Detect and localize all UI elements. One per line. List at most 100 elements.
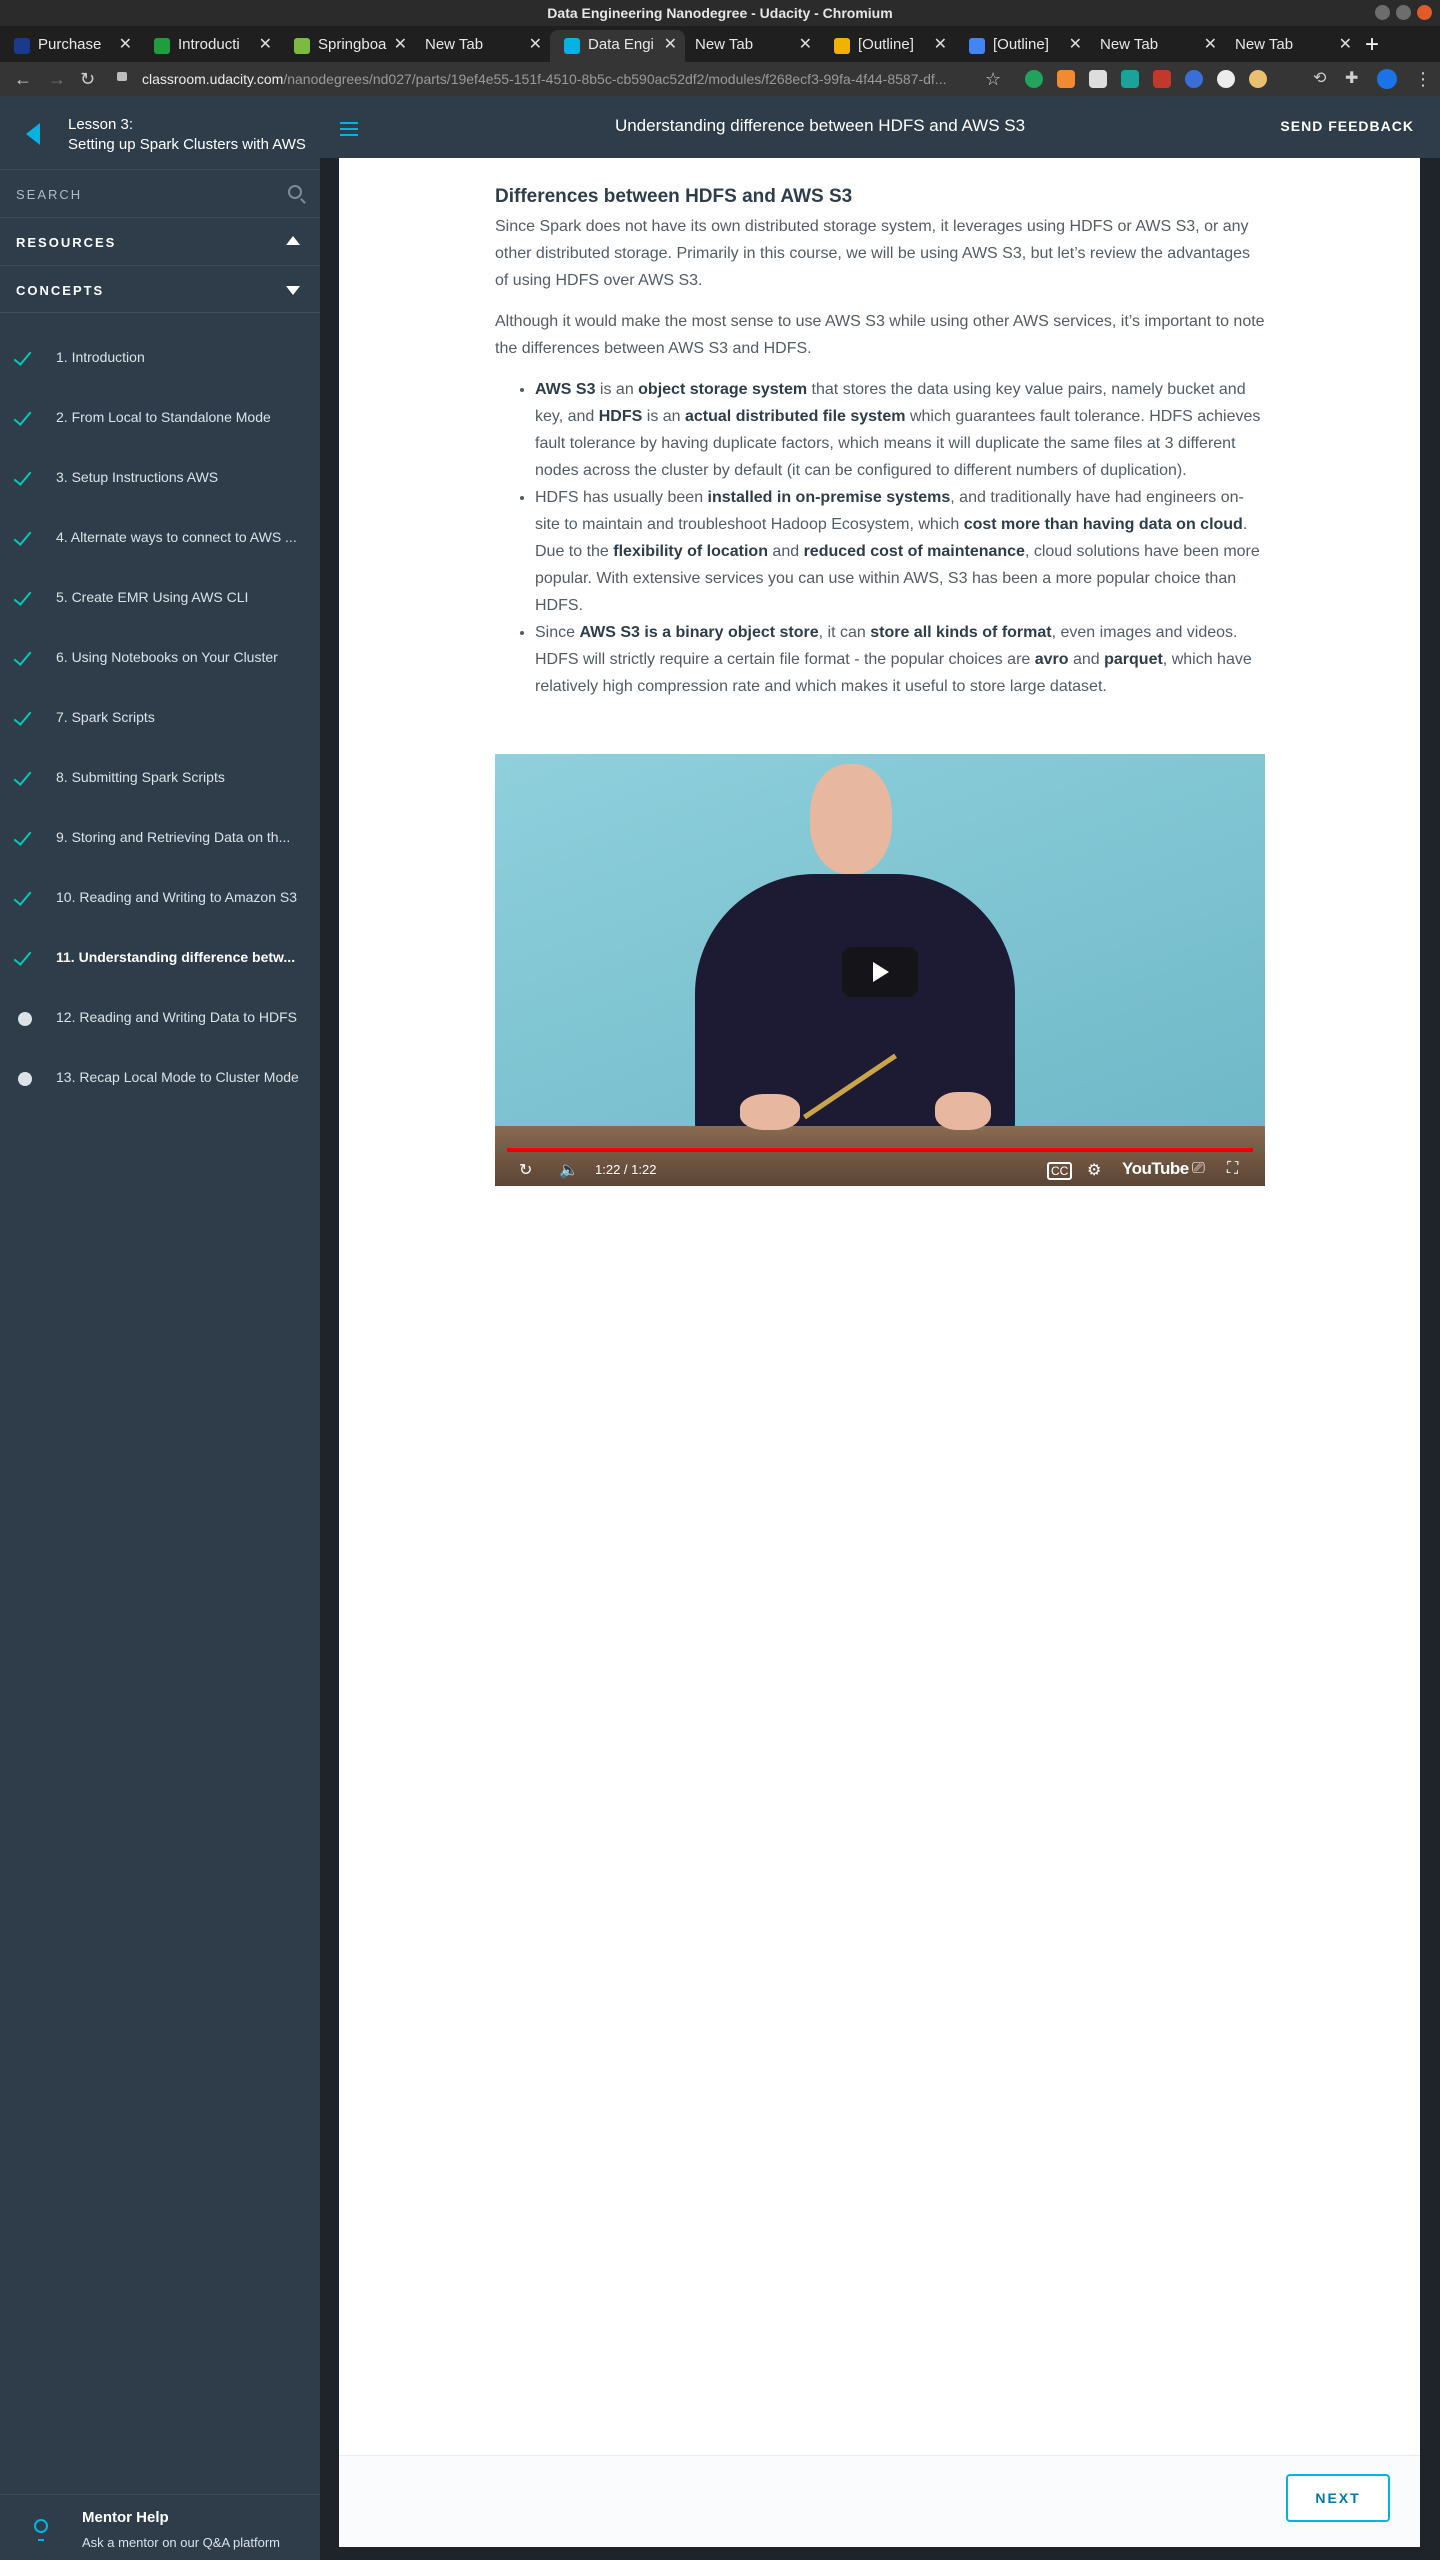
window-controls	[1375, 5, 1432, 20]
chevron-up-icon[interactable]	[286, 236, 300, 245]
concept-label: 8. Submitting Spark Scripts	[56, 769, 225, 785]
reload-icon[interactable]: ↻	[80, 62, 95, 96]
browser-tab[interactable]: [Outline] ✕	[955, 30, 1090, 62]
youtube-logo[interactable]: YouTube	[1122, 1159, 1189, 1179]
browser-tab[interactable]: [Outline] ✕	[820, 30, 955, 62]
window-close-button[interactable]	[1417, 5, 1432, 20]
concept-item[interactable]: 10. Reading and Writing to Amazon S3	[0, 869, 320, 929]
search-icon[interactable]	[288, 185, 302, 199]
concept-item[interactable]: 4. Alternate ways to connect to AWS ...	[0, 509, 320, 569]
concept-item[interactable]: 1. Introduction	[0, 329, 320, 389]
browser-tab[interactable]: Springboa ✕	[280, 30, 415, 62]
tab-close-icon[interactable]: ✕	[529, 30, 542, 60]
lesson-content: Differences between HDFS and AWS S3 Sinc…	[339, 158, 1420, 2455]
back-arrow-icon[interactable]	[26, 123, 40, 145]
list-item: Since AWS S3 is a binary object store, i…	[535, 619, 1265, 700]
concepts-section[interactable]: CONCEPTS	[0, 265, 320, 313]
browser-tab[interactable]: New Tab ✕	[415, 30, 550, 62]
browser-tab[interactable]: New Tab ✕	[685, 30, 820, 62]
video-player[interactable]: ↻ 🔈 1:22 / 1:22 CC ⚙ YouTube ⎚ ⛶	[495, 754, 1265, 1186]
article: Differences between HDFS and AWS S3 Sinc…	[495, 184, 1265, 700]
tab-close-icon[interactable]: ✕	[394, 30, 407, 60]
resources-section[interactable]: RESOURCES	[0, 217, 320, 265]
extension-icon[interactable]	[1057, 70, 1075, 88]
bookmark-star-icon[interactable]: ☆	[985, 62, 1001, 96]
browser-tab[interactable]: Purchase ✕	[0, 30, 140, 62]
grammarly-extension-icon[interactable]	[1025, 70, 1043, 88]
concept-item[interactable]: 7. Spark Scripts	[0, 689, 320, 749]
browser-tab[interactable]: New Tab ✕	[1090, 30, 1225, 62]
browser-tab[interactable]: Introducti ✕	[140, 30, 280, 62]
extension-icon[interactable]	[1089, 70, 1107, 88]
tab-close-icon[interactable]: ✕	[1339, 30, 1352, 60]
profile-avatar[interactable]	[1377, 69, 1397, 89]
send-feedback-button[interactable]: SEND FEEDBACK	[1280, 118, 1414, 134]
tab-close-icon[interactable]: ✕	[1204, 30, 1217, 60]
captions-icon[interactable]: CC	[1047, 1162, 1073, 1180]
tab-close-icon[interactable]: ✕	[664, 30, 677, 60]
tab-close-icon[interactable]: ✕	[119, 30, 132, 60]
incomplete-dot-icon	[18, 1072, 32, 1086]
concepts-label: CONCEPTS	[16, 283, 105, 298]
list-item: AWS S3 is an object storage system that …	[535, 376, 1265, 484]
settings-gear-icon[interactable]: ⚙	[1087, 1160, 1101, 1180]
browser-tab[interactable]: New Tab ✕	[1225, 30, 1360, 62]
extension-icon[interactable]	[1249, 70, 1267, 88]
concept-label: 6. Using Notebooks on Your Cluster	[56, 649, 278, 665]
window-title-bar: Data Engineering Nanodegree - Udacity - …	[0, 0, 1440, 26]
new-tab-plus-icon[interactable]: +	[1365, 30, 1379, 60]
lesson-title: Setting up Spark Clusters with AWS	[68, 136, 306, 153]
lesson-header[interactable]: Lesson 3: Setting up Spark Clusters with…	[0, 96, 320, 172]
menu-kebab-icon[interactable]: ⋮	[1414, 62, 1432, 96]
page-title: Understanding difference between HDFS an…	[614, 116, 1026, 135]
check-icon	[13, 887, 32, 906]
mentor-help[interactable]: Mentor Help Ask a mentor on our Q&A plat…	[0, 2494, 320, 2560]
concept-item[interactable]: 9. Storing and Retrieving Data on th...	[0, 809, 320, 869]
tab-title: New Tab	[1100, 36, 1159, 53]
concept-item[interactable]: 6. Using Notebooks on Your Cluster	[0, 629, 320, 689]
next-button[interactable]: NEXT	[1286, 2474, 1390, 2522]
extension-icon[interactable]	[1217, 70, 1235, 88]
video-progress-bar[interactable]	[507, 1148, 1253, 1152]
concept-item[interactable]: 13. Recap Local Mode to Cluster Mode	[0, 1049, 320, 1109]
video-controls: ↻ 🔈 1:22 / 1:22 CC ⚙ YouTube ⎚ ⛶	[495, 1154, 1265, 1186]
tab-close-icon[interactable]: ✕	[1069, 30, 1082, 60]
tab-close-icon[interactable]: ✕	[799, 30, 812, 60]
forward-arrow-icon[interactable]: →	[48, 62, 66, 96]
address-bar-url[interactable]: classroom.udacity.com/nanodegrees/nd027/…	[112, 66, 1007, 92]
back-arrow-icon[interactable]: ←	[14, 62, 32, 96]
concept-item[interactable]: 8. Submitting Spark Scripts	[0, 749, 320, 809]
browser-toolbar: ← → ↻ classroom.udacity.com/nanodegrees/…	[0, 62, 1440, 96]
history-icon[interactable]: ⟲	[1313, 62, 1326, 96]
concept-item[interactable]: 12. Reading and Writing Data to HDFS	[0, 989, 320, 1049]
volume-icon[interactable]: 🔈	[559, 1160, 579, 1180]
bold-text: AWS S3	[535, 381, 596, 398]
concept-item[interactable]: 2. From Local to Standalone Mode	[0, 389, 320, 449]
check-icon	[13, 647, 32, 666]
video-hand	[740, 1094, 800, 1130]
extension-icon[interactable]	[1185, 70, 1203, 88]
chevron-down-icon[interactable]	[286, 286, 300, 295]
extension-icon[interactable]	[1153, 70, 1171, 88]
classroom-header: Understanding difference between HDFS an…	[320, 96, 1440, 158]
check-icon	[13, 527, 32, 546]
fullscreen-icon[interactable]: ⛶	[1227, 1160, 1238, 1178]
tab-close-icon[interactable]: ✕	[934, 30, 947, 60]
browser-tab-active[interactable]: Data Engi ✕	[550, 30, 685, 62]
video-presenter-head	[810, 764, 892, 874]
extensions-puzzle-icon[interactable]: ✚	[1345, 62, 1358, 96]
extension-icon[interactable]	[1121, 70, 1139, 88]
tab-close-icon[interactable]: ✕	[259, 30, 272, 60]
concept-item-active[interactable]: 11. Understanding difference betw...	[0, 929, 320, 989]
concept-item[interactable]: 3. Setup Instructions AWS	[0, 449, 320, 509]
concept-item[interactable]: 5. Create EMR Using AWS CLI	[0, 569, 320, 629]
maximize-button[interactable]	[1396, 5, 1411, 20]
cast-icon[interactable]: ⎚	[1192, 1160, 1205, 1178]
bold-text: flexibility of location	[613, 543, 768, 560]
replay-icon[interactable]: ↻	[519, 1160, 532, 1180]
list-item: HDFS has usually been installed in on-pr…	[535, 484, 1265, 619]
play-button-icon[interactable]	[842, 947, 918, 997]
check-icon	[13, 767, 32, 786]
minimize-button[interactable]	[1375, 5, 1390, 20]
sidebar-search[interactable]: SEARCH	[0, 169, 320, 217]
